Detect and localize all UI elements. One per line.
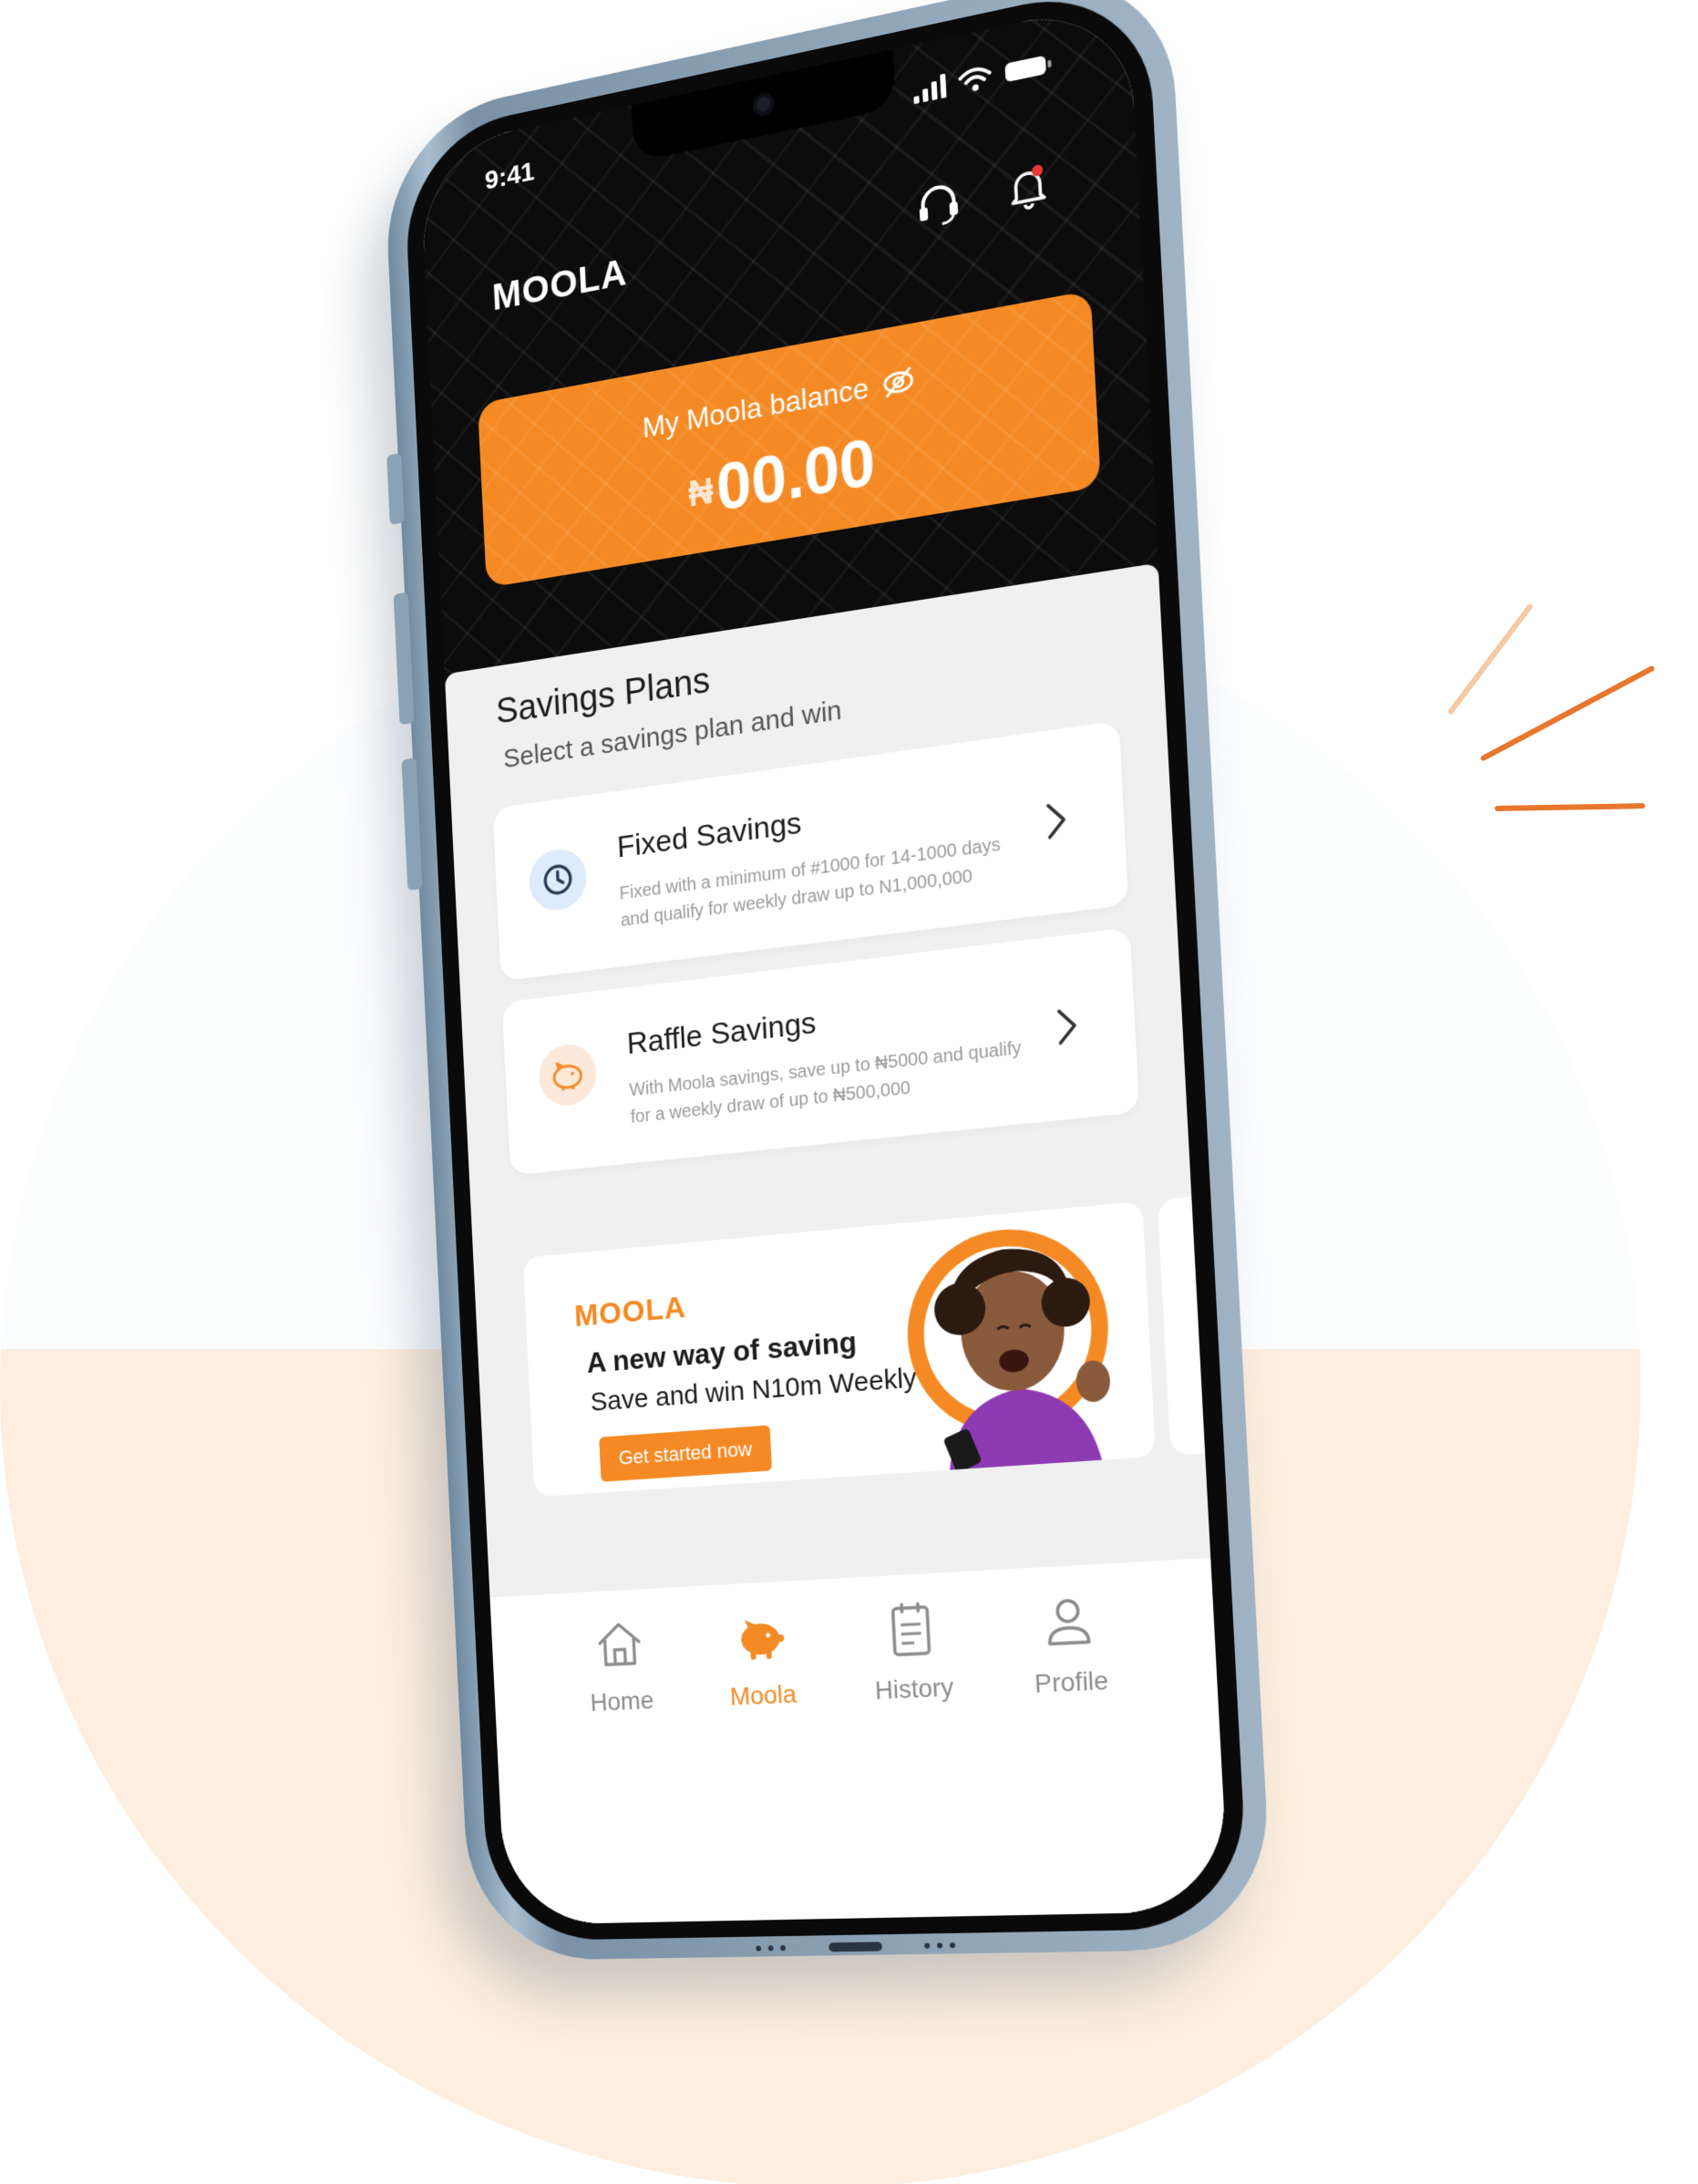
bell-icon[interactable] xyxy=(1002,157,1055,217)
signal-icon xyxy=(913,73,947,105)
decorative-line xyxy=(1479,664,1656,762)
home-icon xyxy=(588,1611,650,1676)
eye-off-icon[interactable] xyxy=(880,362,916,403)
piggy-bank-icon xyxy=(740,1619,785,1660)
chevron-right-icon xyxy=(1036,795,1075,847)
nav-label: Moola xyxy=(729,1679,798,1711)
header-actions xyxy=(912,157,1054,234)
currency-symbol: ₦ xyxy=(687,470,715,515)
status-time: 9:41 xyxy=(484,156,536,196)
chevron-right-icon xyxy=(1047,1001,1086,1052)
status-icons xyxy=(912,51,1053,105)
app-title: MOOLA xyxy=(490,250,629,319)
plan-title: Fixed Savings xyxy=(616,805,803,865)
balance-card: My Moola balance ₦00.00 xyxy=(477,290,1101,588)
piggy-bank-icon xyxy=(537,1041,598,1108)
promo-brand: MOOLA xyxy=(573,1290,687,1334)
promo-banner[interactable]: MOOLA A new way of saving Save and win N… xyxy=(522,1200,1156,1498)
clipboard-icon xyxy=(878,1595,944,1663)
mute-switch xyxy=(386,452,405,525)
page-stage: 9:41 MOOLA My Moola balance ₦00.00 Savin… xyxy=(0,0,1698,2184)
nav-label: History xyxy=(874,1672,954,1705)
nav-item-history[interactable]: History xyxy=(870,1594,965,1917)
wifi-icon xyxy=(958,64,992,92)
decorative-line xyxy=(1494,803,1646,811)
user-icon xyxy=(1034,1587,1103,1656)
headset-icon[interactable] xyxy=(912,174,963,233)
app-screen: 9:41 MOOLA My Moola balance ₦00.00 Savin… xyxy=(418,0,1230,1925)
nav-label: Profile xyxy=(1034,1665,1110,1698)
front-camera xyxy=(752,91,775,118)
phone-speaker-grille xyxy=(756,1942,956,1952)
balance-value: 00.00 xyxy=(715,425,878,526)
nav-item-home[interactable]: Home xyxy=(586,1611,664,1923)
nav-label: Home xyxy=(590,1685,654,1717)
clock-icon xyxy=(528,845,588,914)
nav-item-profile[interactable]: Profile xyxy=(1030,1587,1121,1915)
get-started-button[interactable]: Get started now xyxy=(599,1425,773,1482)
promo-person-image xyxy=(901,1210,1135,1473)
plan-title: Raffle Savings xyxy=(625,1004,818,1062)
nav-item-moola[interactable]: Moola xyxy=(726,1602,808,1920)
bottom-navigation: Home Moola History Profile xyxy=(489,1558,1230,1925)
battery-icon xyxy=(1004,55,1052,83)
phone-frame: 9:41 MOOLA My Moola balance ₦00.00 Savin… xyxy=(381,0,1274,1962)
phone-mockup: 9:41 MOOLA My Moola balance ₦00.00 Savin… xyxy=(381,0,1274,1962)
decorative-line xyxy=(1446,603,1534,716)
